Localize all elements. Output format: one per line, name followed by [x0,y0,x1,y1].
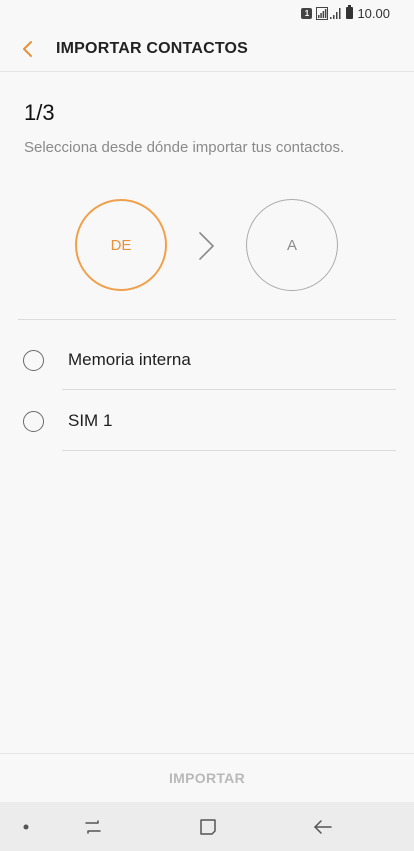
to-label: A [286,236,297,254]
step-indicator: 1/3 [24,100,55,125]
from-circle: DE [75,199,167,291]
option-label: Memoria interna [68,350,191,369]
divider [62,389,396,390]
divider [62,450,396,451]
to-circle: A [246,199,338,291]
back-arrow-icon[interactable] [310,815,336,839]
dot-icon[interactable] [20,821,32,833]
status-time: 10.00 [357,5,390,21]
app-header: IMPORTAR CONTACTOS [0,26,414,72]
sim-badge: 1 [301,7,313,19]
from-label: DE [110,236,132,254]
signal-icon [316,6,342,20]
chevron-right-icon [199,232,214,260]
divider [18,319,396,320]
chevron-left-icon [23,40,32,57]
home-icon[interactable] [195,815,221,839]
back-button[interactable] [0,26,56,72]
option-internal-memory[interactable]: Memoria interna [0,331,414,389]
status-bar: 1 10.00 [0,0,414,26]
instruction-text: Selecciona desde dónde importar tus cont… [24,139,345,156]
battery-icon [346,5,354,19]
navigation-bar [0,802,414,851]
import-button[interactable]: IMPORTAR [0,754,414,802]
option-sim-1[interactable]: SIM 1 [0,392,414,450]
recents-icon[interactable] [80,815,106,839]
page-title: IMPORTAR CONTACTOS [56,39,249,57]
radio-button[interactable] [23,410,44,432]
option-label: SIM 1 [68,411,113,430]
radio-button[interactable] [23,349,44,371]
